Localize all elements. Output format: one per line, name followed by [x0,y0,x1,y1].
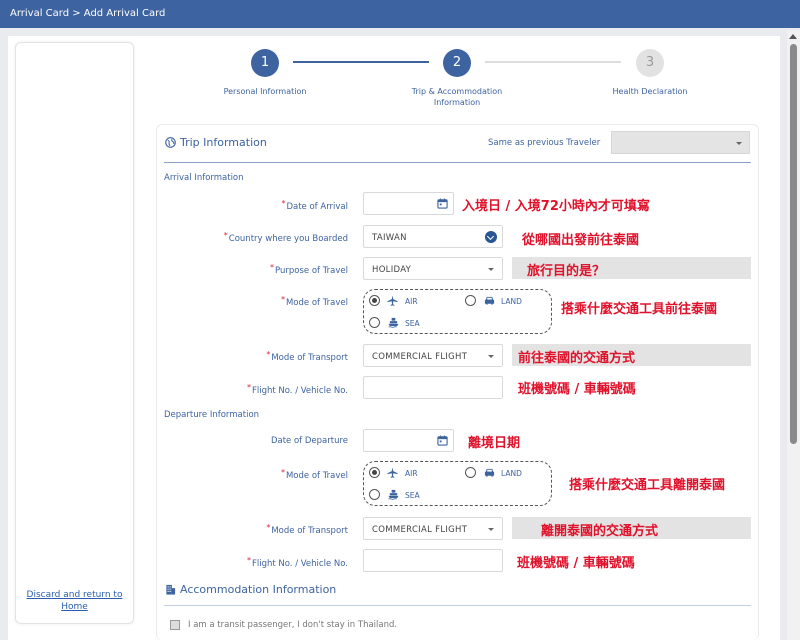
plane-icon [387,467,398,478]
scroll-up-arrow-icon[interactable] [789,34,797,39]
departure-mode-of-travel-group: AIR LAND SEA [363,461,552,506]
purpose-of-travel-select[interactable]: HOLIDAY [363,257,503,280]
plane-icon [387,295,398,306]
departure-flight-number-note: 班機號碼 / 車輛號碼 [517,556,635,571]
purpose-of-travel-note: 旅行目的是？ [527,264,606,279]
chevron-down-icon [488,355,494,358]
date-of-departure-note: 離境日期 [468,436,521,451]
discard-link-line1: Discard and return to [26,590,123,600]
transit-passenger-checkbox[interactable] [170,620,180,630]
step-3-label: Health Declaration [612,87,688,96]
purpose-of-travel-label: *Purpose of Travel [270,263,348,276]
arrival-flight-number-label: *Flight No. / Vehicle No. [246,383,348,396]
globe-icon [165,137,176,148]
date-of-arrival-input[interactable] [363,192,454,215]
departure-radio-air[interactable] [369,467,380,478]
chevron-down-icon [488,268,494,271]
step-connector-2 [485,61,621,63]
calendar-icon[interactable] [437,435,448,446]
step-2-label-line1: Trip & Accommodation [411,87,503,96]
departure-mode-of-transport-label: *Mode of Transport [266,523,348,536]
ship-icon [388,317,399,328]
departure-flight-number-label: *Flight No. / Vehicle No. [246,556,348,569]
discard-and-return-link[interactable]: Discard and return to Home [16,589,133,613]
departure-sea-label: SEA [405,491,420,500]
country-boarded-select[interactable]: TAIWAN [363,225,503,248]
arrival-mode-of-transport-note: 前往泰國的交通方式 [518,351,636,366]
arrival-mode-of-transport-select[interactable]: COMMERCIAL FLIGHT [363,344,503,367]
car-icon [484,296,495,305]
trip-divider [164,162,751,163]
departure-mode-of-travel-note: 搭乘什麼交通工具離開泰國 [569,478,726,493]
departure-mode-of-transport-select[interactable]: COMMERCIAL FLIGHT [363,517,503,540]
chevron-down-icon [736,142,742,145]
step-3-circle[interactable]: 3 [636,49,664,77]
step-connector-1 [293,61,429,63]
arrival-mode-of-travel-group: AIR LAND SEA [363,289,552,334]
departure-radio-land[interactable] [465,467,476,478]
ship-icon [388,489,399,500]
scrollbar[interactable] [787,30,800,640]
arrival-radio-sea[interactable] [369,317,380,328]
arrival-mode-of-transport-label: *Mode of Transport [266,350,348,363]
accommodation-information-title: Accommodation Information [180,583,337,596]
same-as-previous-select[interactable] [611,131,750,154]
sidebar: Discard and return to Home [15,42,134,624]
departure-radio-sea[interactable] [369,489,380,500]
date-of-departure-input[interactable] [363,429,454,452]
country-boarded-note: 從哪國出發前往泰國 [522,233,640,248]
date-of-arrival-label: *Date of Arrival [281,199,348,212]
arrival-sea-label: SEA [405,319,420,328]
departure-heading: Departure Information [164,410,260,420]
accommodation-divider [164,605,751,606]
step-2-circle[interactable]: 2 [443,49,471,77]
country-boarded-label: *Country where you Boarded [223,231,348,244]
chevron-down-icon [488,528,494,531]
arrival-heading: Arrival Information [164,173,244,183]
departure-air-label: AIR [405,469,418,478]
calendar-icon[interactable] [437,198,448,209]
arrival-mode-of-travel-label: *Mode of Travel [280,295,348,308]
arrival-flight-number-note: 班機號碼 / 車輛號碼 [518,382,636,397]
top-bar: Arrival Card > Add Arrival Card [0,0,800,28]
departure-mode-of-travel-label: *Mode of Travel [280,468,348,481]
chevron-down-icon [485,231,497,243]
arrival-radio-air[interactable] [369,295,380,306]
trip-information-title: Trip Information [180,136,267,149]
transit-passenger-label: I am a transit passenger, I don't stay i… [188,620,398,630]
scroll-thumb[interactable] [790,44,797,444]
car-icon [484,468,495,477]
same-as-previous-label: Same as previous Traveler [488,138,601,148]
date-of-departure-label: Date of Departure [270,436,348,446]
arrival-flight-number-input[interactable] [363,376,503,399]
step-2-label-line2: Information [433,98,481,107]
arrival-land-label: LAND [501,297,522,306]
building-icon [166,584,176,595]
breadcrumb: Arrival Card > Add Arrival Card [10,8,166,19]
step-1-circle[interactable]: 1 [251,49,279,77]
step-1-label: Personal Information [223,87,307,96]
arrival-air-label: AIR [405,297,418,306]
departure-flight-number-input[interactable] [363,549,503,572]
departure-mode-of-transport-note: 離開泰國的交通方式 [541,524,659,539]
step-2-label: Trip & Accommodation Information [392,86,522,108]
date-of-arrival-note: 入境日 / 入境72小時內才可填寫 [462,199,650,214]
arrival-mode-of-travel-note: 搭乘什麼交通工具前往泰國 [561,302,718,317]
departure-land-label: LAND [501,469,522,478]
discard-link-line2: Home [61,602,88,612]
arrival-radio-land[interactable] [465,295,476,306]
